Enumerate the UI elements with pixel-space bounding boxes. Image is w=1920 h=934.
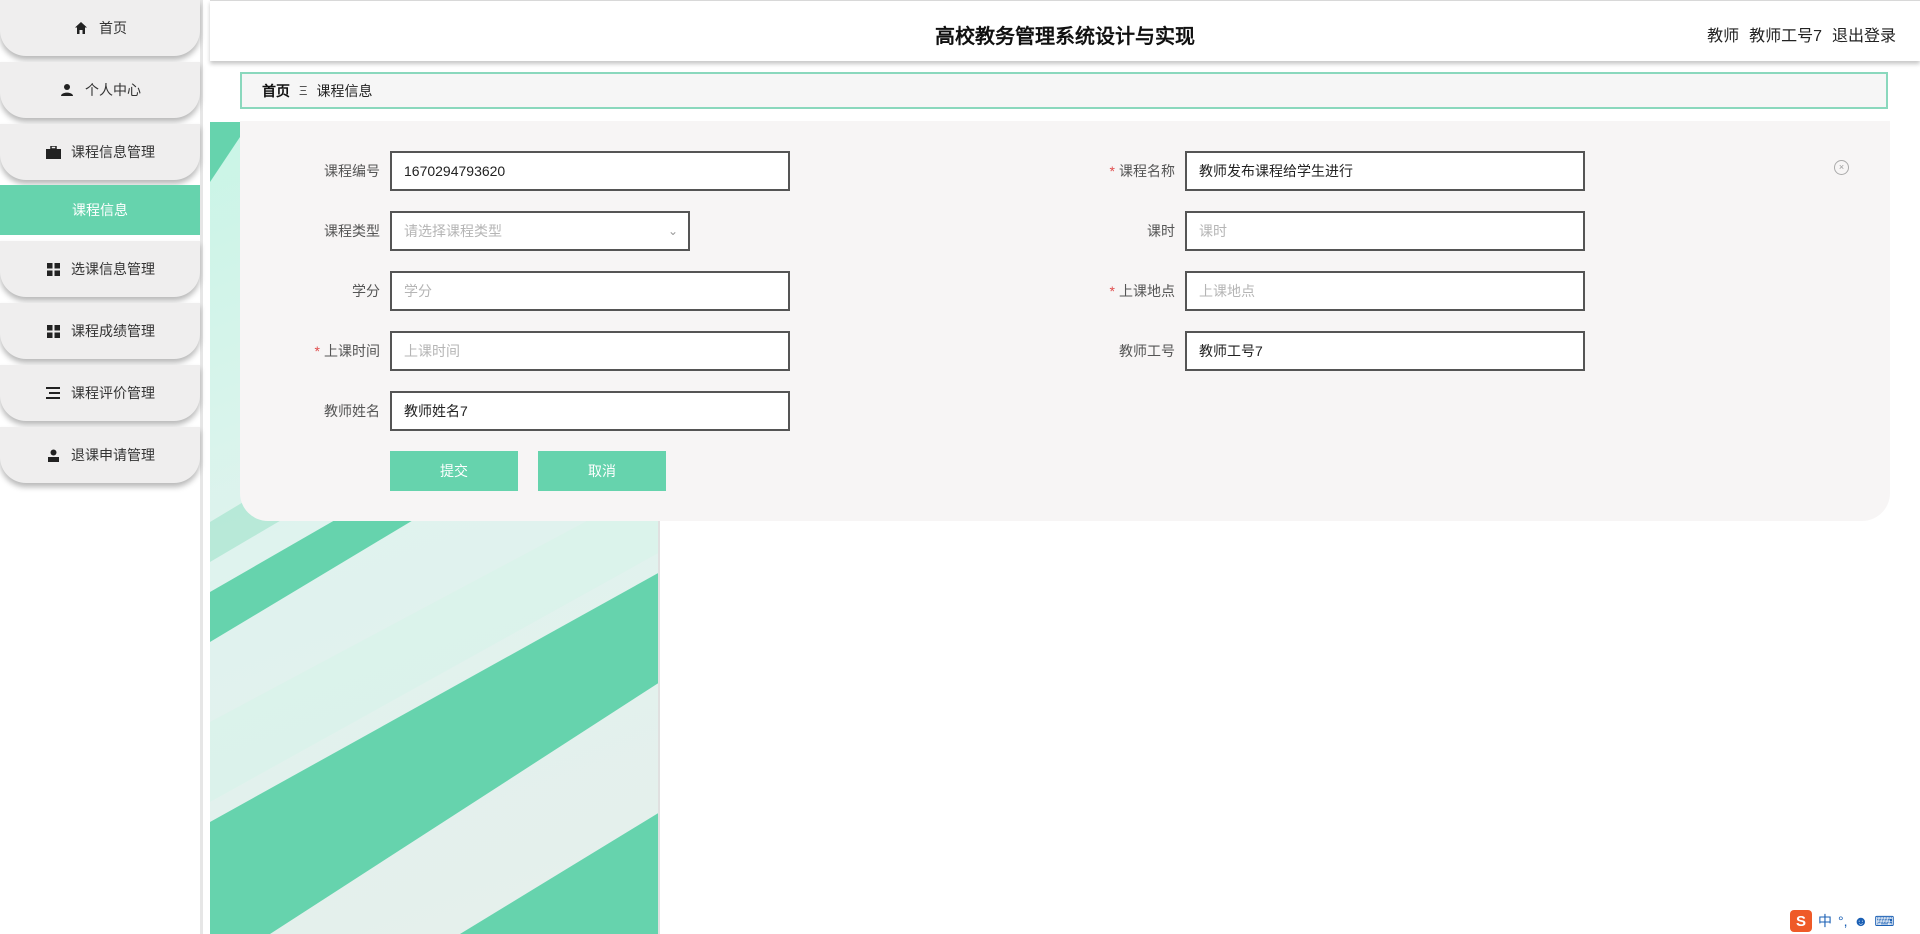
location-label: * 上课地点 bbox=[1109, 283, 1175, 299]
chevron-down-icon: ⌄ bbox=[667, 224, 678, 238]
sidebar-item-label: 课程信息管理 bbox=[71, 144, 155, 160]
sogou-logo-icon: S bbox=[1790, 910, 1812, 932]
credits-label: 学分 bbox=[352, 283, 380, 299]
close-icon[interactable]: × bbox=[1834, 160, 1849, 175]
ime-mode[interactable]: 中 bbox=[1818, 911, 1832, 931]
location-input[interactable] bbox=[1185, 271, 1585, 311]
breadcrumb: 首页 Ξ 课程信息 bbox=[240, 72, 1888, 109]
user-name: 教师工号7 bbox=[1749, 28, 1822, 45]
sidebar-item-label: 首页 bbox=[99, 20, 127, 36]
course-name-input[interactable] bbox=[1185, 151, 1585, 191]
sidebar-item-course-management[interactable]: 课程信息管理 bbox=[0, 124, 200, 180]
sidebar-item-label: 个人中心 bbox=[85, 82, 141, 98]
sidebar-item-label: 选课信息管理 bbox=[71, 261, 155, 277]
submit-button[interactable]: 提交 bbox=[390, 451, 518, 491]
teacher-name-label: 教师姓名 bbox=[324, 403, 380, 419]
sidebar-item-label: 退课申请管理 bbox=[71, 447, 155, 463]
sidebar-item-profile[interactable]: 个人中心 bbox=[0, 62, 200, 118]
time-label: * 上课时间 bbox=[314, 343, 380, 359]
time-input[interactable] bbox=[390, 331, 790, 371]
sidebar: 首页 个人中心 课程信息管理 课程信息 选课信息管理 课程成绩管理 课程评价管理 bbox=[0, 0, 203, 934]
user-info: 教师 教师工号7 退出登录 bbox=[1697, 22, 1896, 46]
breadcrumb-separator: Ξ bbox=[299, 83, 308, 98]
person-icon bbox=[45, 447, 61, 463]
emoji-icon[interactable]: ☻ bbox=[1854, 913, 1869, 929]
sidebar-item-label: 课程评价管理 bbox=[71, 385, 155, 401]
sidebar-item-grade-management[interactable]: 课程成绩管理 bbox=[0, 303, 200, 359]
course-form: 课程编号 *课程名称 课程类型 请选择课程类型 ⌄ 课时 学分 *上课地点 *上… bbox=[240, 121, 1890, 521]
course-name-label: * 课程名称 bbox=[1109, 163, 1175, 179]
punctuation-icon[interactable]: °, bbox=[1838, 913, 1848, 929]
logout-link[interactable]: 退出登录 bbox=[1832, 28, 1896, 45]
course-type-select[interactable]: 请选择课程类型 ⌄ bbox=[390, 211, 690, 251]
hours-label: 课时 bbox=[1147, 223, 1175, 239]
sidebar-item-label: 课程成绩管理 bbox=[71, 323, 155, 339]
credits-input[interactable] bbox=[390, 271, 790, 311]
sidebar-item-label: 课程信息 bbox=[72, 202, 128, 218]
course-type-label: 课程类型 bbox=[324, 223, 380, 239]
top-header: 高校教务管理系统设计与实现 教师 教师工号7 退出登录 bbox=[210, 0, 1920, 61]
ime-toolbar: S 中 °, ☻ ⌨ bbox=[1790, 908, 1920, 934]
breadcrumb-home[interactable]: 首页 bbox=[262, 81, 290, 101]
course-no-label: 课程编号 bbox=[324, 163, 380, 179]
sidebar-item-course-info[interactable]: 课程信息 bbox=[0, 185, 200, 235]
user-icon bbox=[59, 82, 75, 98]
list-icon bbox=[45, 385, 61, 401]
teacher-no-label: 教师工号 bbox=[1119, 343, 1175, 359]
grid-icon bbox=[45, 323, 61, 339]
sidebar-item-selection-management[interactable]: 选课信息管理 bbox=[0, 241, 200, 297]
briefcase-icon bbox=[45, 144, 61, 160]
breadcrumb-current: 课程信息 bbox=[316, 82, 373, 99]
home-icon bbox=[73, 20, 89, 36]
user-role: 教师 bbox=[1707, 28, 1740, 45]
sidebar-item-evaluation-management[interactable]: 课程评价管理 bbox=[0, 365, 200, 421]
sidebar-item-withdrawal-management[interactable]: 退课申请管理 bbox=[0, 427, 200, 483]
hours-input[interactable] bbox=[1185, 211, 1585, 251]
page-title: 高校教务管理系统设计与实现 bbox=[935, 26, 1195, 48]
keyboard-icon[interactable]: ⌨ bbox=[1874, 913, 1894, 930]
sidebar-item-home[interactable]: 首页 bbox=[0, 0, 200, 56]
cancel-button[interactable]: 取消 bbox=[538, 451, 666, 491]
teacher-no-input[interactable] bbox=[1185, 331, 1585, 371]
grid-icon bbox=[45, 261, 61, 277]
course-no-input[interactable] bbox=[390, 151, 790, 191]
teacher-name-input[interactable] bbox=[390, 391, 790, 431]
